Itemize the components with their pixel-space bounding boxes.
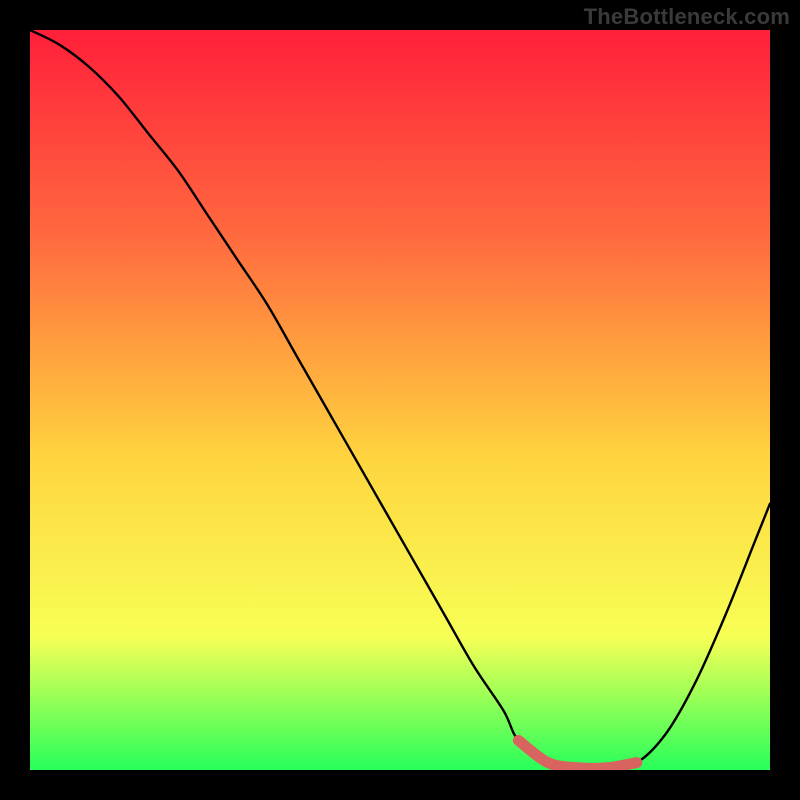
gradient-background xyxy=(30,30,770,770)
watermark-text: TheBottleneck.com xyxy=(584,4,790,30)
bottleneck-chart xyxy=(30,30,770,770)
chart-frame: TheBottleneck.com xyxy=(0,0,800,800)
